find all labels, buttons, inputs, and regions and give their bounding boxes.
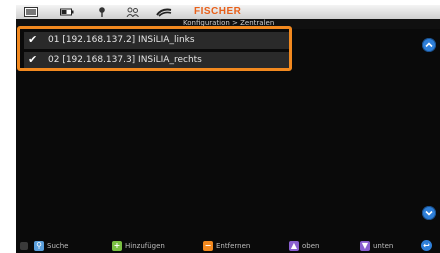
back-icon: ↩ — [421, 240, 432, 251]
battery-icon[interactable] — [60, 7, 74, 17]
search-lens-icon: ⚲ — [34, 240, 44, 251]
back-button[interactable]: ↩ — [421, 240, 435, 251]
pin-icon[interactable] — [98, 7, 106, 17]
bottom-toolbar: ⚲ Suche + Hinzufügen − Entfernen ▲ oben … — [16, 237, 440, 253]
scroll-down-icon — [425, 210, 433, 216]
scroll-down-button[interactable] — [422, 206, 436, 220]
selection-highlight — [17, 26, 292, 71]
screen-icon[interactable] — [24, 7, 38, 17]
search-label: Suche — [47, 241, 69, 250]
app-screen: FISCHER Konfiguration > Zentralen ✔ 01 [… — [16, 5, 440, 253]
remove-icon: − — [203, 240, 213, 251]
add-label: Hinzufügen — [125, 241, 165, 250]
move-down-icon: ▼ — [360, 240, 370, 251]
add-button[interactable]: + Hinzufügen — [112, 240, 165, 251]
move-down-label: unten — [373, 241, 394, 250]
scroll-up-icon — [425, 42, 433, 48]
move-up-icon: ▲ — [289, 240, 299, 251]
add-icon: + — [112, 240, 122, 251]
move-up-label: oben — [302, 241, 320, 250]
search-icon — [20, 241, 28, 250]
remove-button[interactable]: − Entfernen — [203, 240, 250, 251]
signal-icon[interactable] — [156, 7, 172, 17]
search-button[interactable]: ⚲ Suche — [20, 240, 68, 251]
top-toolbar: FISCHER — [16, 5, 440, 19]
people-icon[interactable] — [126, 7, 140, 17]
move-down-button[interactable]: ▼ unten — [360, 240, 393, 251]
scroll-up-button[interactable] — [422, 38, 436, 52]
move-up-button[interactable]: ▲ oben — [289, 240, 319, 251]
remove-label: Entfernen — [216, 241, 251, 250]
brand-logo: FISCHER — [194, 6, 242, 17]
